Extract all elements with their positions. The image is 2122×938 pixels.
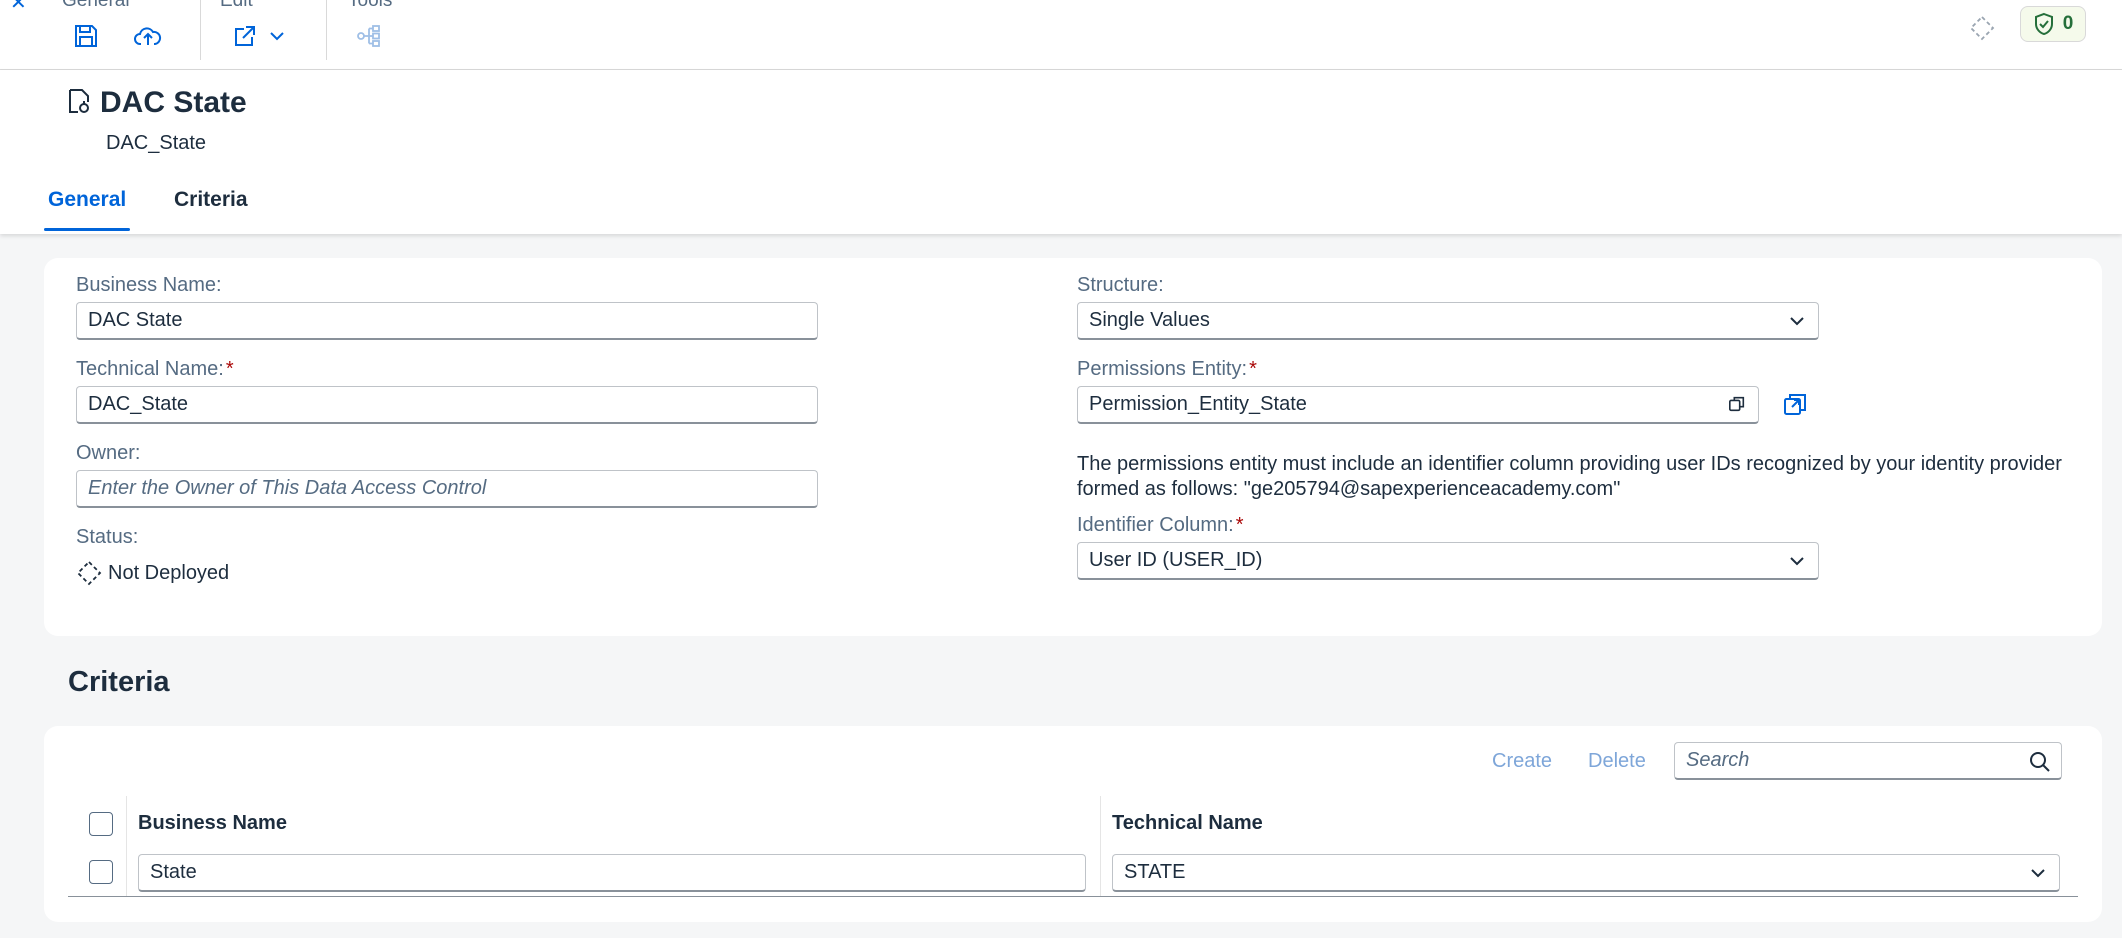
permissions-entity-label: Permissions Entity: * bbox=[1077, 358, 1257, 381]
chevron-down-icon bbox=[1790, 317, 1804, 326]
shield-check-icon bbox=[2034, 12, 2053, 36]
top-toolbar: ✕ General Edit Tools 0 bbox=[0, 0, 2122, 70]
general-section: Business Name: DAC State Technical Name:… bbox=[44, 258, 2102, 636]
technical-name-input[interactable]: DAC_State bbox=[76, 386, 818, 424]
row-divider bbox=[68, 896, 2078, 897]
criteria-table-card: Create Delete Search Business Name Techn… bbox=[44, 726, 2102, 922]
row-business-name-input[interactable]: State bbox=[138, 854, 1086, 892]
toolbar-group-label-edit: Edit bbox=[220, 0, 253, 11]
not-deployed-icon bbox=[1969, 15, 1995, 41]
permissions-info-text: The permissions entity must include an i… bbox=[1077, 453, 2062, 500]
toolbar-separator bbox=[200, 0, 201, 60]
search-icon[interactable] bbox=[2029, 751, 2051, 773]
row-technical-name-select[interactable]: STATE bbox=[1112, 854, 2060, 892]
status-text: Not Deployed bbox=[108, 561, 230, 584]
technical-name-label-text: Technical Name: bbox=[76, 358, 224, 380]
criteria-section-title: Criteria bbox=[68, 666, 170, 698]
search-input[interactable]: Search bbox=[1674, 742, 2062, 780]
identifier-column-label: Identifier Column: * bbox=[1077, 514, 1244, 537]
required-marker: * bbox=[225, 358, 234, 380]
structure-label: Structure: bbox=[1077, 274, 1164, 296]
tab-criteria[interactable]: Criteria bbox=[174, 188, 248, 212]
structure-value: Single Values bbox=[1089, 309, 1210, 331]
export-menu-button[interactable] bbox=[224, 18, 294, 54]
chevron-down-icon bbox=[270, 32, 284, 41]
toolbar-group-label-general: General bbox=[62, 0, 130, 11]
page-title: DAC State bbox=[100, 86, 247, 119]
delete-button[interactable]: Delete bbox=[1588, 750, 1646, 773]
column-header-technical-name: Technical Name bbox=[1112, 812, 1263, 834]
required-marker: * bbox=[1249, 358, 1257, 380]
column-separator bbox=[126, 796, 127, 896]
permissions-entity-label-text: Permissions Entity: bbox=[1077, 358, 1248, 380]
validation-badge[interactable]: 0 bbox=[2020, 6, 2086, 42]
toolbar-group-label-tools: Tools bbox=[348, 0, 393, 11]
open-permissions-entity-button[interactable] bbox=[1778, 388, 1812, 422]
cloud-upload-icon bbox=[134, 27, 162, 45]
validation-count: 0 bbox=[2062, 13, 2074, 34]
create-button[interactable]: Create bbox=[1492, 750, 1552, 773]
business-name-input[interactable]: DAC State bbox=[76, 302, 818, 340]
permissions-entity-value: Permission_Entity_State bbox=[1089, 393, 1307, 415]
save-icon bbox=[75, 25, 97, 47]
status-label: Status: bbox=[76, 526, 139, 548]
owner-label: Owner: bbox=[76, 442, 141, 464]
identifier-column-label-text: Identifier Column: bbox=[1077, 514, 1234, 536]
active-tab-indicator bbox=[44, 228, 130, 231]
identifier-column-select[interactable]: User ID (USER_ID) bbox=[1077, 542, 1819, 580]
structure-select[interactable]: Single Values bbox=[1077, 302, 1819, 340]
status-value: Not Deployed bbox=[76, 560, 229, 586]
close-icon[interactable]: ✕ bbox=[10, 0, 27, 15]
required-marker: * bbox=[1235, 514, 1244, 536]
technical-name-label: Technical Name: * bbox=[76, 358, 234, 381]
row-technical-name-value: STATE bbox=[1124, 861, 1186, 883]
row-checkbox[interactable] bbox=[89, 860, 113, 884]
save-button[interactable] bbox=[66, 18, 106, 54]
tab-general[interactable]: General bbox=[48, 188, 126, 212]
page-subtitle: DAC_State bbox=[106, 132, 207, 154]
chevron-down-icon bbox=[1790, 557, 1804, 566]
chevron-down-icon bbox=[2031, 869, 2045, 878]
business-name-label: Business Name: bbox=[76, 274, 222, 296]
toolbar-separator bbox=[326, 0, 327, 60]
open-in-new-icon bbox=[1784, 394, 1806, 415]
lineage-icon bbox=[357, 25, 380, 47]
not-deployed-icon bbox=[76, 560, 102, 586]
column-separator bbox=[1100, 796, 1101, 896]
search-placeholder: Search bbox=[1686, 749, 1750, 771]
deploy-button[interactable] bbox=[128, 18, 168, 54]
deployment-status-icon[interactable] bbox=[1964, 10, 2000, 46]
object-header: DAC State DAC_State General Criteria bbox=[0, 70, 2122, 234]
permissions-entity-input[interactable]: Permission_Entity_State bbox=[1077, 386, 1759, 424]
impact-lineage-button[interactable] bbox=[350, 18, 390, 54]
share-icon bbox=[235, 26, 255, 46]
data-access-control-icon bbox=[69, 89, 89, 113]
value-help-icon[interactable] bbox=[1728, 395, 1746, 413]
select-all-checkbox[interactable] bbox=[89, 812, 113, 836]
identifier-column-value: User ID (USER_ID) bbox=[1089, 549, 1263, 571]
column-header-business-name: Business Name bbox=[138, 812, 287, 834]
owner-input[interactable]: Enter the Owner of This Data Access Cont… bbox=[76, 470, 818, 508]
